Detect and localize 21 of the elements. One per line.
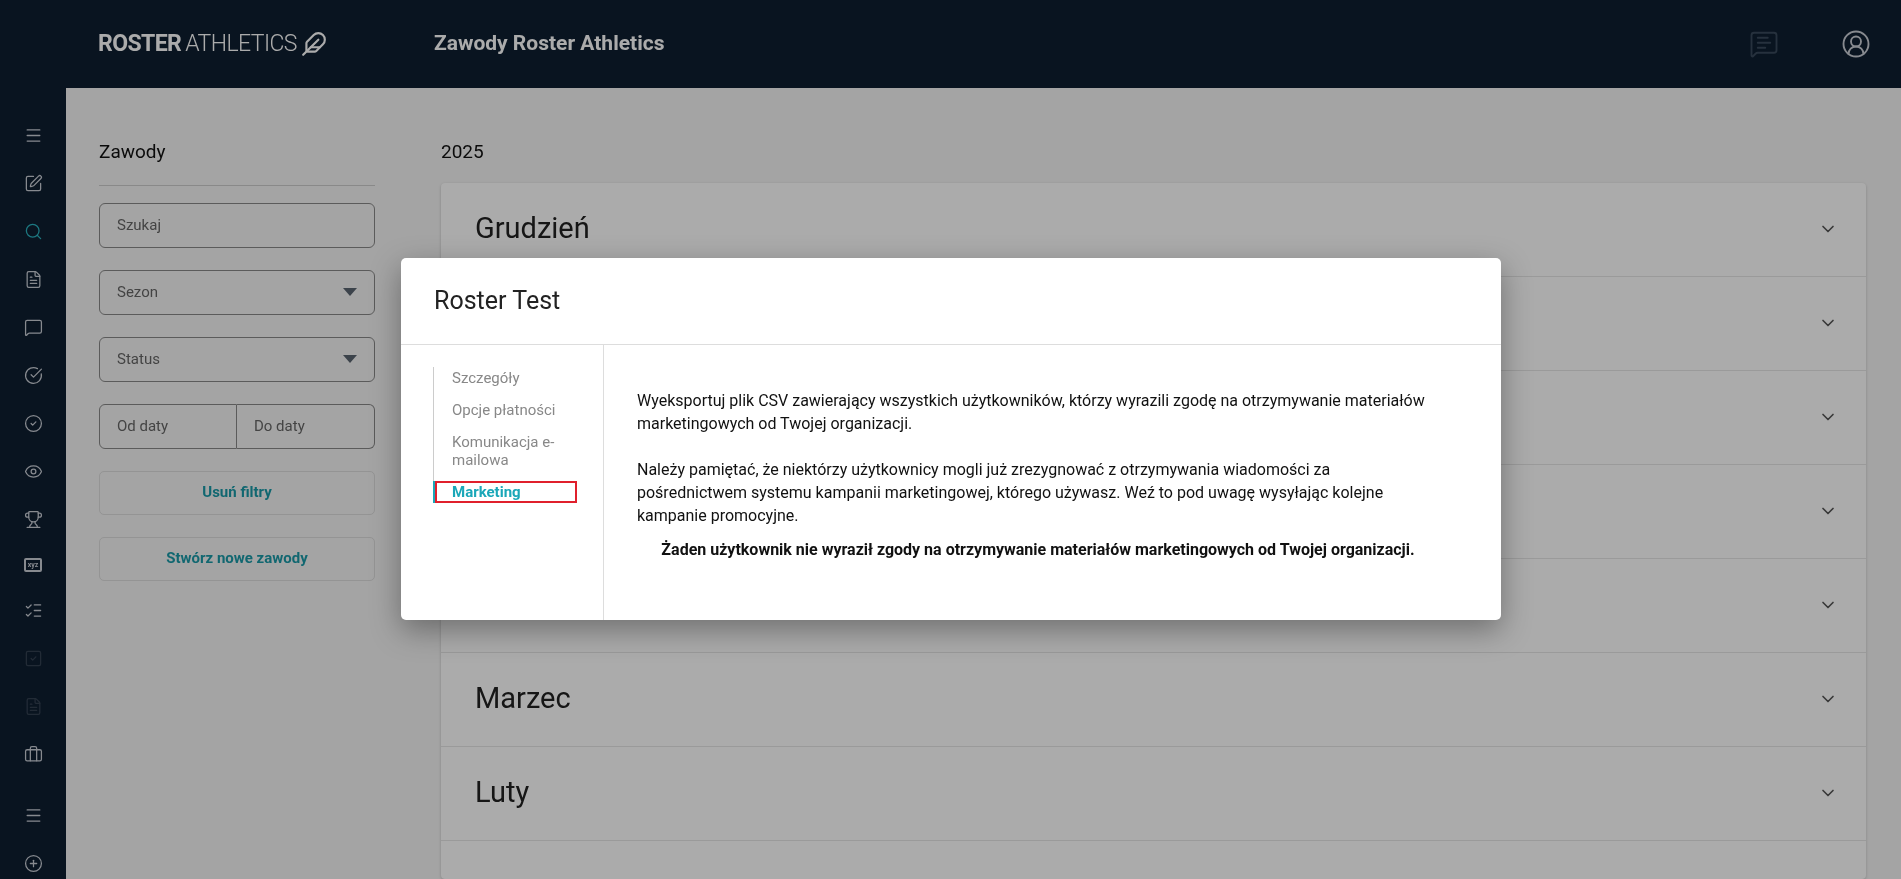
date-to-field[interactable]: Do daty xyxy=(237,403,375,449)
clear-filters-button[interactable]: Usuń filtry xyxy=(99,470,375,515)
modal-title: Roster Test xyxy=(434,285,561,318)
modal-tab[interactable]: Marketing xyxy=(433,481,577,503)
year-heading: 2025 xyxy=(441,139,485,165)
modal-paragraph: Wyeksportuj plik CSV zawierający wszystkich użytkowników, którzy wyrazili zgodę na otrzymywanie materiałów marketingowych od Twojej organizacji. xyxy=(637,390,1426,435)
notice-text: Żaden użytkownik nie wyraził zgody na otrzymywanie materiałów marketingowych od Twojej organizacji. xyxy=(660,539,1416,561)
create-button[interactable]: Stwórz nowe zawody xyxy=(99,536,375,581)
date-from-field[interactable]: Od daty xyxy=(99,403,237,449)
modal-tab[interactable]: Komunikacja e-mailowa xyxy=(433,431,577,471)
filters-title: Zawody xyxy=(99,139,167,165)
page-title: Zawody Roster Athletics xyxy=(434,30,665,58)
month-row[interactable]: Marzec xyxy=(441,652,1866,747)
select-field[interactable]: Sezon xyxy=(99,269,375,315)
modal-tab[interactable]: Opcje płatności xyxy=(433,399,577,421)
modal-tab[interactable]: Szczegóły xyxy=(433,367,577,389)
month-row[interactable]: Luty xyxy=(441,746,1866,841)
modal-paragraph: Należy pamiętać, że niektórzy użytkownicy mogli już zrezygnować z otrzymywania wiadomości za pośrednictwem systemu kampanii marketingowej, którego używasz. Weź to pod uwagę wysyłając kolejne kampanie promocyjne. xyxy=(637,459,1385,527)
logo[interactable]: ROSTER ATHLETICS xyxy=(98,26,434,62)
select-field[interactable]: Status xyxy=(99,336,375,382)
search-field[interactable]: Szukaj xyxy=(99,202,375,248)
